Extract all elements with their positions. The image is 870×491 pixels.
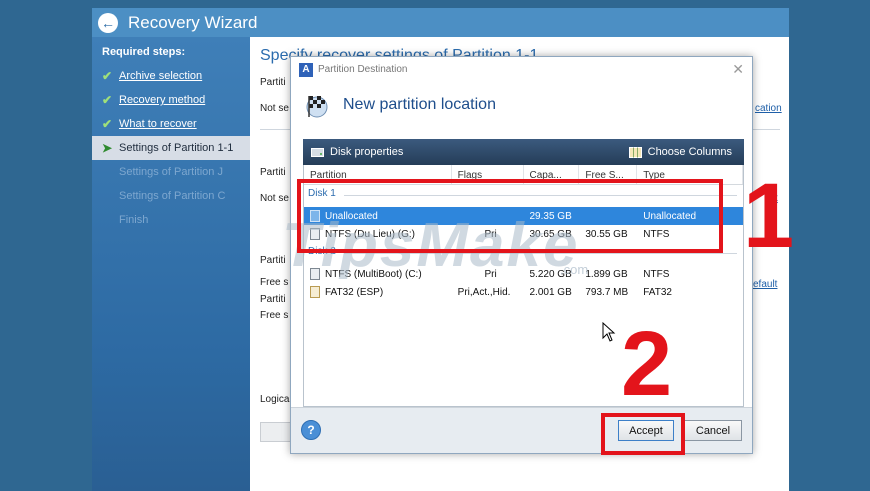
sidebar-step-recovery-method[interactable]: ✔ Recovery method: [92, 88, 250, 112]
setting-label: Logica: [260, 394, 290, 405]
wizard-title: Recovery Wizard: [128, 12, 258, 32]
setting-label: Partiti: [260, 167, 286, 178]
columns-icon: [628, 146, 642, 158]
dialog-titlebar: A Partition Destination: [291, 57, 752, 82]
back-arrow-icon[interactable]: ←: [98, 12, 118, 33]
setting-label: Not se: [260, 103, 289, 114]
setting-link[interactable]: efault: [753, 279, 777, 290]
checkmark-icon: ✔: [102, 69, 113, 83]
checkmark-icon: ✔: [102, 93, 113, 107]
setting-label: Partiti: [260, 77, 286, 88]
choose-columns-button[interactable]: Choose Columns: [628, 146, 732, 158]
setting-label: Free s: [260, 310, 289, 321]
mouse-cursor-icon: [602, 322, 616, 342]
checkered-flag-icon: [306, 96, 328, 118]
cancel-button[interactable]: Cancel: [684, 420, 742, 441]
steps-sidebar: Required steps: ✔ Archive selection ✔ Re…: [92, 37, 250, 491]
setting-label: Partiti: [260, 294, 286, 305]
arrow-right-icon: ➤: [102, 141, 113, 155]
dialog-title: Partition Destination: [318, 64, 408, 75]
dialog-header: New partition location: [303, 91, 496, 119]
sidebar-step-finish: Finish: [119, 214, 149, 226]
steps-heading: Required steps:: [102, 46, 186, 58]
close-icon[interactable]: ✕: [732, 61, 744, 78]
wizard-titlebar: ← Recovery Wizard: [92, 8, 789, 37]
step-number-2: 2: [621, 313, 673, 415]
sidebar-step-settings-partition-c: Settings of Partition C: [119, 190, 226, 202]
highlight-box-accept: [601, 413, 685, 455]
disk-properties-button[interactable]: Disk properties: [311, 146, 403, 158]
highlight-box-partition-list: [297, 179, 723, 253]
step-number-1: 1: [743, 165, 795, 267]
sidebar-step-what-to-recover[interactable]: ✔ What to recover: [92, 112, 250, 136]
watermark-suffix: .com: [560, 262, 589, 277]
sidebar-step-archive-selection[interactable]: ✔ Archive selection: [92, 64, 250, 88]
checkmark-icon: ✔: [102, 117, 113, 131]
help-icon[interactable]: ?: [301, 420, 321, 440]
table-row[interactable]: FAT32 (ESP) Pri,Act.,Hid. 2.001 GB 793.7…: [304, 283, 743, 301]
disk-icon: [311, 147, 324, 157]
acronis-app-icon: A: [299, 62, 313, 77]
sidebar-step-settings-partition-j: Settings of Partition J: [119, 166, 223, 178]
dialog-toolbar: Disk properties Choose Columns: [303, 139, 744, 165]
setting-label: Not se: [260, 193, 289, 204]
dialog-header-text: New partition location: [343, 96, 496, 113]
drive-icon: [310, 286, 320, 298]
setting-link[interactable]: cation: [755, 103, 782, 114]
sidebar-step-settings-partition-1-1[interactable]: ➤ Settings of Partition 1-1: [92, 136, 250, 160]
